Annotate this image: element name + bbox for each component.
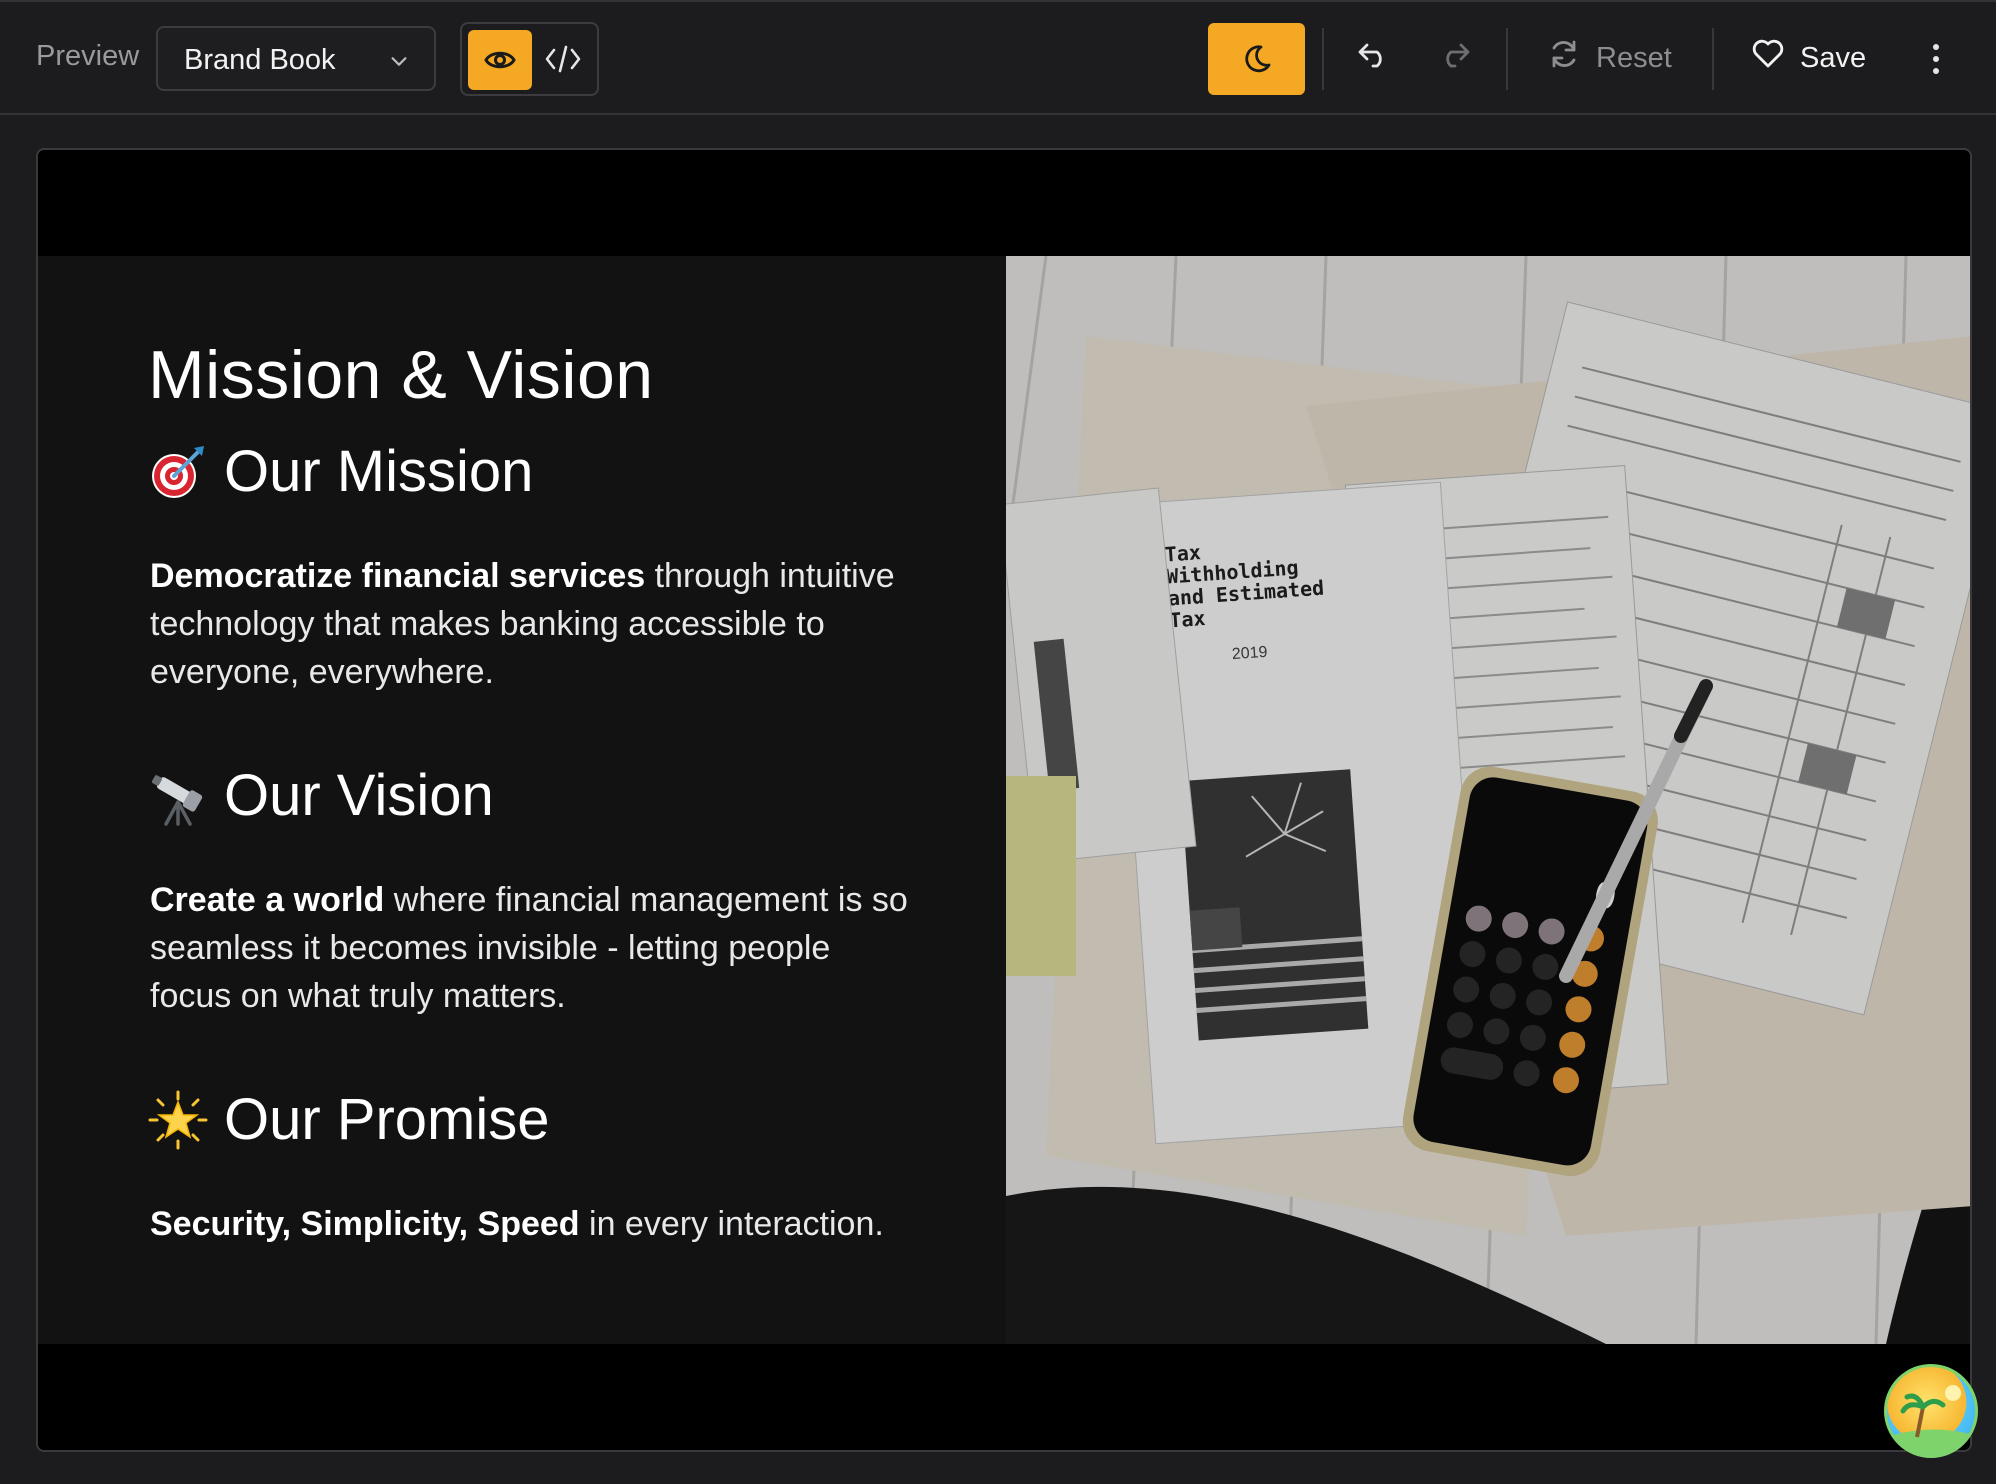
- tax-documents-photo: Tax Withholding and Estimated Tax 2019: [1006, 256, 1970, 1344]
- preview-label: Preview: [36, 40, 140, 72]
- preview-canvas: Mission & Vision Our Mission Democratize…: [36, 148, 1972, 1452]
- glowing-star-icon: [148, 1090, 208, 1150]
- redo-icon[interactable]: [1437, 42, 1471, 77]
- section-heading-text: Our Vision: [224, 763, 494, 828]
- undo-icon[interactable]: [1357, 42, 1391, 77]
- code-mode-button[interactable]: [544, 42, 582, 81]
- toolbar-divider: [1322, 28, 1324, 90]
- heart-icon: [1752, 39, 1784, 77]
- section-body-text: in every interaction.: [579, 1205, 884, 1243]
- save-button[interactable]: Save: [1752, 38, 1866, 78]
- section-heading-promise: Our Promise: [148, 1086, 550, 1153]
- telescope-icon: [148, 766, 208, 826]
- dart-target-icon: [148, 442, 208, 502]
- more-options-icon[interactable]: [1926, 42, 1946, 81]
- slide: Mission & Vision Our Mission Democratize…: [38, 256, 1970, 1344]
- chevron-down-icon: [388, 50, 410, 77]
- section-body-bold: Security, Simplicity, Speed: [150, 1205, 580, 1243]
- section-body-bold: Democratize financial services: [150, 557, 646, 595]
- code-icon: [544, 45, 582, 80]
- preview-mode-button[interactable]: [468, 30, 532, 90]
- toolbar-divider: [1506, 28, 1508, 90]
- document-select-value: Brand Book: [184, 44, 336, 76]
- editor-toolbar: Preview Brand Book Reset Save: [0, 0, 1996, 115]
- section-heading-mission: Our Mission: [148, 438, 533, 505]
- section-heading-text: Our Mission: [224, 439, 534, 504]
- section-body-vision: Create a world where financial managemen…: [150, 876, 910, 1020]
- slide-title: Mission & Vision: [148, 337, 654, 413]
- section-body-mission: Democratize financial services through i…: [150, 552, 910, 696]
- user-avatar[interactable]: [1884, 1364, 1978, 1458]
- section-body-promise: Security, Simplicity, Speed in every int…: [150, 1200, 910, 1248]
- reset-button[interactable]: Reset: [1548, 38, 1672, 78]
- section-body-bold: Create a world: [150, 881, 385, 919]
- view-mode-toggle: [460, 22, 599, 96]
- section-heading-vision: Our Vision: [148, 762, 494, 829]
- save-label: Save: [1800, 41, 1867, 74]
- theme-toggle-button[interactable]: [1208, 23, 1305, 95]
- slide-text-panel: Mission & Vision Our Mission Democratize…: [38, 256, 1006, 1344]
- document-select[interactable]: Brand Book: [156, 26, 436, 91]
- refresh-icon: [1548, 38, 1580, 78]
- reset-label: Reset: [1596, 41, 1672, 74]
- section-heading-text: Our Promise: [224, 1087, 550, 1152]
- toolbar-divider: [1712, 28, 1714, 90]
